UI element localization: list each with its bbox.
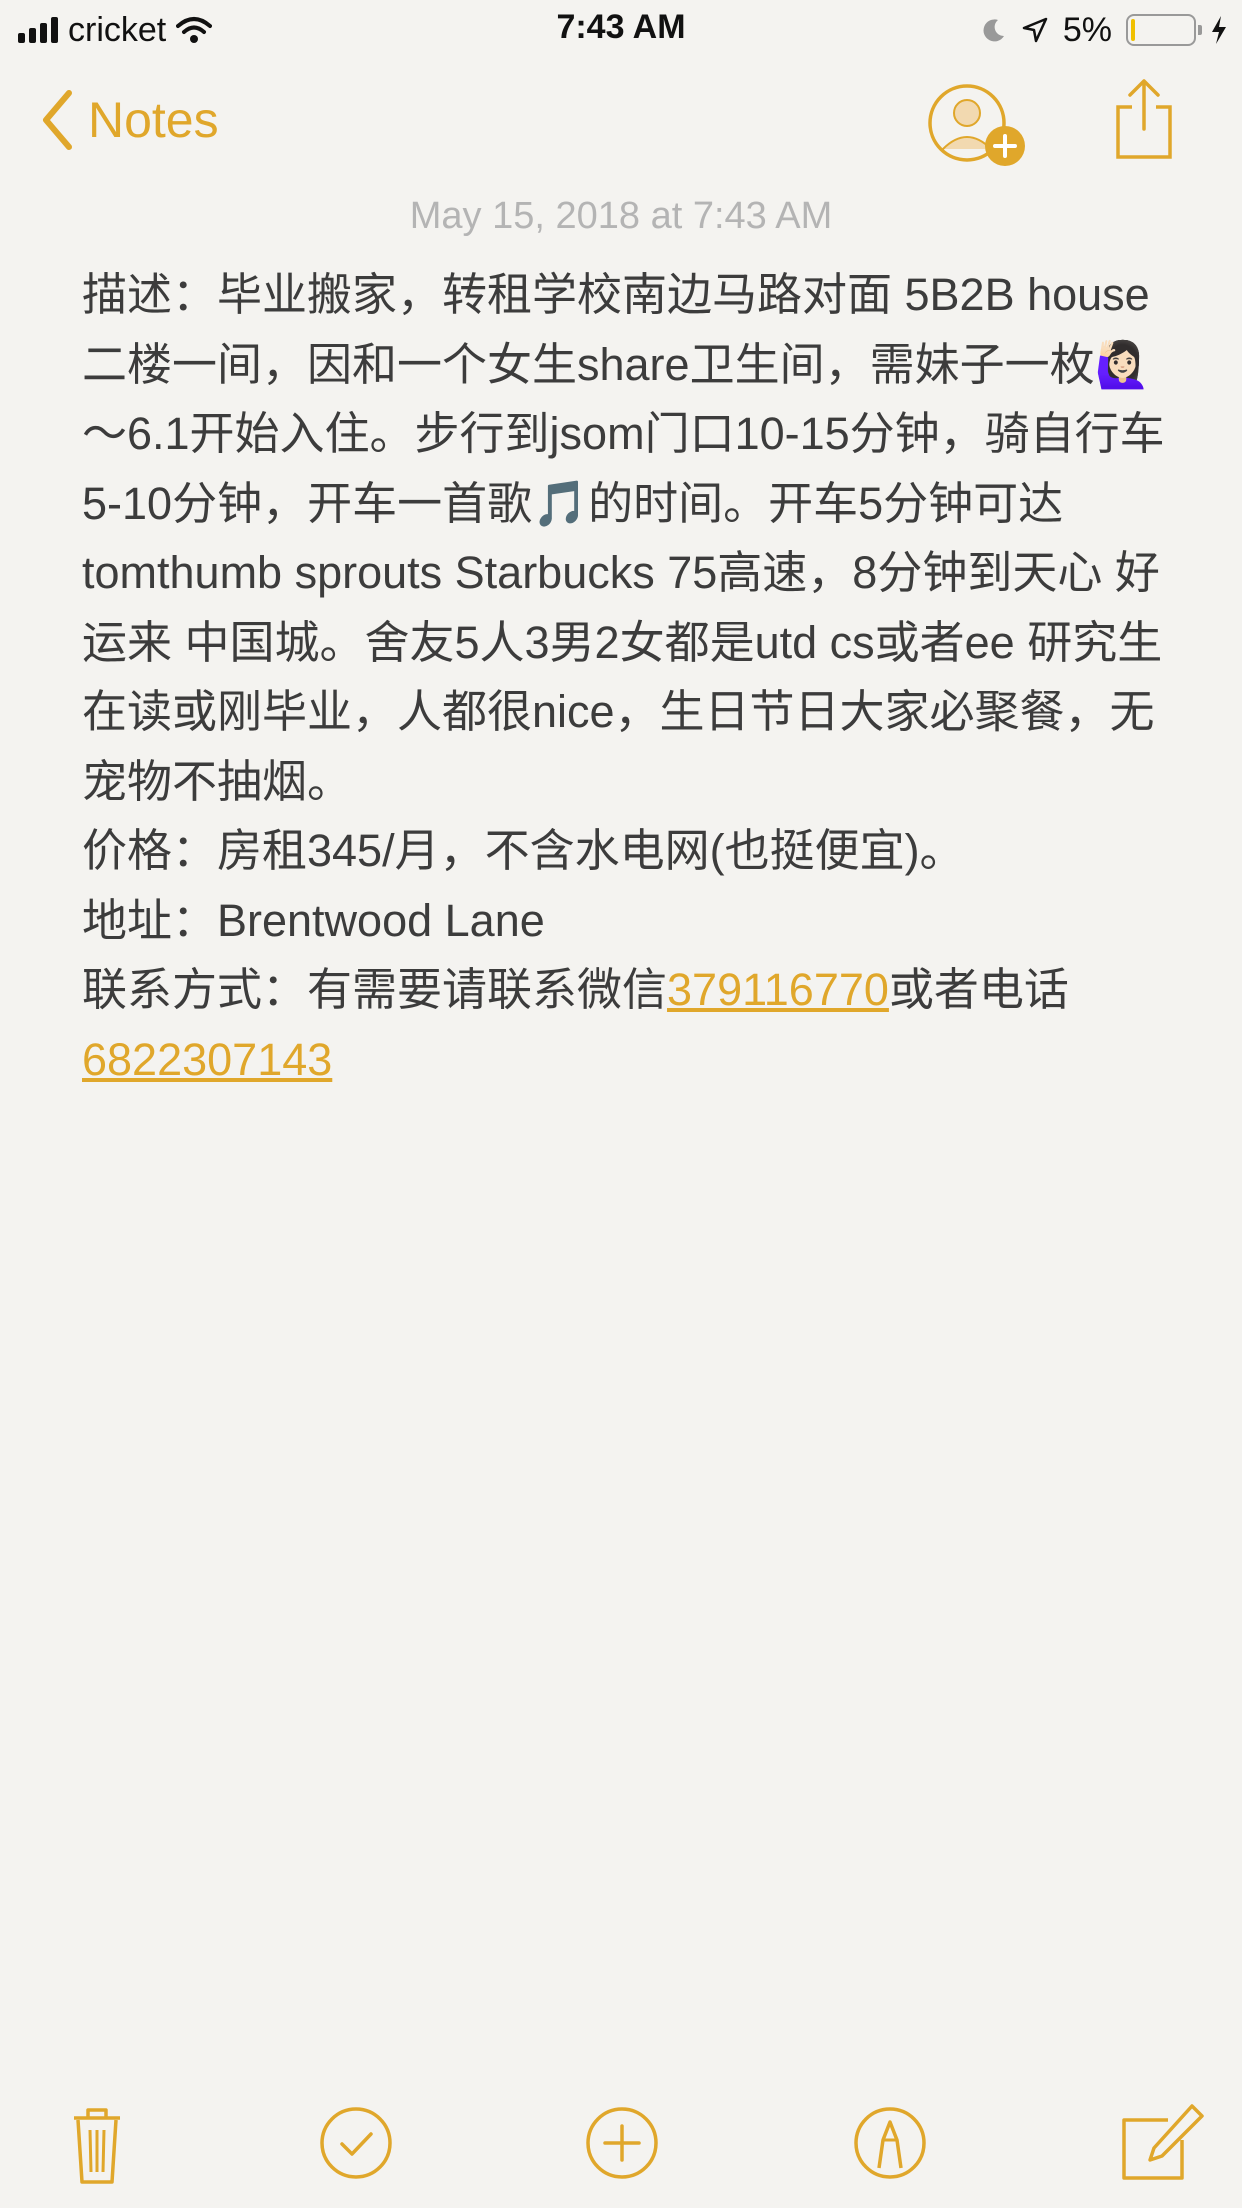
compose-icon[interactable] bbox=[1118, 2098, 1208, 2188]
navigation-bar: Notes bbox=[0, 75, 1242, 175]
price-line: 价格：房租345/月，不含水电网(也挺便宜)。 bbox=[82, 825, 965, 876]
contact-prefix: 联系方式：有需要请联系微信 bbox=[82, 964, 668, 1015]
add-person-icon[interactable] bbox=[925, 81, 1029, 171]
markup-icon[interactable] bbox=[845, 2098, 935, 2188]
contact-middle: 或者电话 bbox=[888, 964, 1069, 1015]
checklist-icon[interactable] bbox=[311, 2098, 401, 2188]
contact-line: 联系方式：有需要请联系微信379116770或者电话 6822307143 bbox=[82, 955, 1182, 1094]
charging-bolt-icon bbox=[1212, 16, 1226, 44]
note-content[interactable]: 描述：毕业搬家，转租学校南边马路对面 5B2B house二楼一间，因和一个女生… bbox=[82, 260, 1182, 1094]
battery-percent: 5% bbox=[1062, 10, 1112, 49]
back-label: Notes bbox=[88, 92, 219, 148]
note-timestamp: May 15, 2018 at 7:43 AM bbox=[409, 195, 833, 237]
chevron-left-icon bbox=[43, 90, 72, 150]
moon-icon bbox=[983, 19, 1004, 42]
status-right: 5% bbox=[981, 8, 1228, 52]
location-arrow-icon bbox=[1022, 17, 1048, 43]
bottom-toolbar bbox=[0, 2068, 1242, 2208]
add-icon[interactable] bbox=[577, 2098, 667, 2188]
status-bar: cricket 7:43 AM 5% bbox=[0, 0, 1242, 60]
battery-icon bbox=[1126, 14, 1202, 46]
phone-number-link[interactable]: 6822307143 bbox=[82, 1034, 332, 1085]
back-button[interactable]: Notes bbox=[40, 89, 219, 151]
share-icon[interactable] bbox=[1112, 77, 1176, 163]
wechat-id-link[interactable]: 379116770 bbox=[667, 964, 889, 1015]
description-paragraph: 描述：毕业搬家，转租学校南边马路对面 5B2B house二楼一间，因和一个女生… bbox=[82, 269, 1165, 807]
trash-icon[interactable] bbox=[52, 2098, 142, 2188]
address-line: 地址：Brentwood Lane bbox=[82, 894, 545, 946]
